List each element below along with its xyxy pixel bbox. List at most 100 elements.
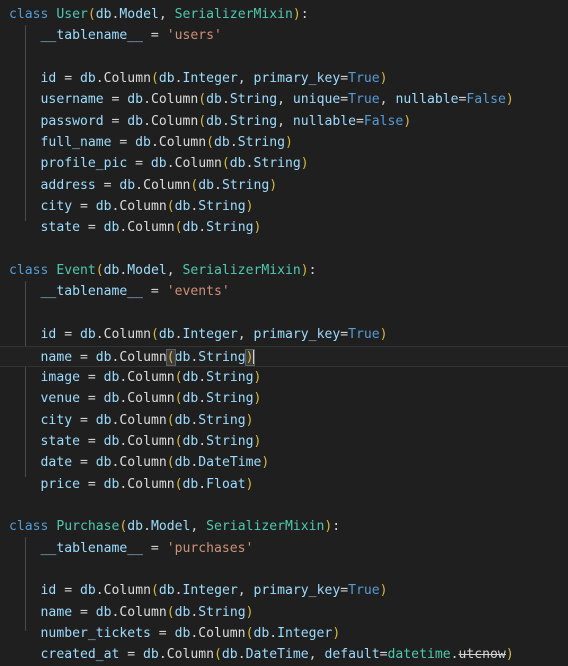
- column-call: Column: [158, 135, 207, 151]
- keyword-class: class: [9, 263, 49, 279]
- text-cursor: [253, 348, 254, 364]
- field-name: id: [40, 327, 57, 343]
- code-line-17-active[interactable]: name = db.Column(db.String): [0, 345, 568, 367]
- column-call: Column: [119, 604, 167, 620]
- field-name: created_at: [40, 647, 120, 663]
- code-line-23[interactable]: price = db.Column(db.Float): [0, 474, 568, 495]
- code-line-11[interactable]: state = db.Column(db.String): [0, 217, 568, 238]
- column-type: String: [198, 604, 246, 620]
- datetime-module: datetime: [387, 647, 451, 663]
- tablename-identifier: __tablename__: [40, 284, 144, 300]
- field-name: venue: [40, 391, 80, 407]
- column-type: String: [206, 220, 254, 236]
- code-line-29[interactable]: name = db.Column(db.String): [0, 602, 568, 623]
- code-line-31[interactable]: created_at = db.Column(db.DateTime, defa…: [0, 644, 568, 665]
- tablename-identifier: __tablename__: [40, 540, 144, 556]
- column-call: Column: [198, 625, 246, 641]
- column-call: Column: [150, 92, 199, 108]
- code-line-3-blank[interactable]: [0, 47, 568, 68]
- kwarg-name: unique: [292, 92, 341, 108]
- field-name: city: [40, 199, 73, 215]
- kwarg-name: primary_key: [253, 327, 341, 343]
- code-line-28[interactable]: id = db.Column(db.Integer, primary_key=T…: [0, 580, 568, 601]
- base-serializer-mixin: SerializerMixin: [182, 263, 301, 279]
- code-line-26[interactable]: __tablename__ = 'purchases': [0, 538, 568, 559]
- base-serializer-mixin: SerializerMixin: [174, 7, 293, 22]
- code-line-19[interactable]: venue = db.Column(db.String): [0, 388, 568, 409]
- tablename-value-purchases: 'purchases': [166, 540, 254, 556]
- class-name-purchase: Purchase: [56, 519, 120, 535]
- field-name: price: [40, 476, 80, 492]
- kwarg-name: nullable: [292, 113, 356, 129]
- column-call: Column: [150, 113, 199, 129]
- code-line-20[interactable]: city = db.Column(db.String): [0, 410, 568, 431]
- code-line-24-blank[interactable]: [0, 495, 568, 516]
- code-line-16[interactable]: id = db.Column(db.Integer, primary_key=T…: [0, 324, 568, 345]
- column-call: Column: [127, 369, 175, 385]
- field-name: address: [40, 177, 96, 193]
- code-line-22[interactable]: date = db.Column(db.DateTime): [0, 452, 568, 473]
- code-line-13[interactable]: class Event(db.Model, SerializerMixin):: [0, 260, 568, 281]
- field-name: number_tickets: [40, 625, 151, 641]
- field-name: name: [40, 349, 73, 365]
- code-line-2[interactable]: __tablename__ = 'users': [0, 25, 568, 46]
- field-name: profile_pic: [40, 156, 128, 172]
- column-call: Column: [103, 71, 151, 87]
- tablename-identifier: __tablename__: [40, 28, 144, 44]
- bracket-match-open: (: [165, 348, 176, 366]
- field-name: full_name: [40, 135, 112, 151]
- code-line-8[interactable]: profile_pic = db.Column(db.String): [0, 153, 568, 174]
- column-call: Column: [103, 583, 151, 599]
- kwarg-value: True: [348, 71, 380, 87]
- column-type: String: [198, 349, 246, 365]
- code-line-9[interactable]: address = db.Column(db.String): [0, 175, 568, 196]
- code-line-18[interactable]: image = db.Column(db.String): [0, 367, 568, 388]
- class-name-user: User: [56, 7, 88, 22]
- field-name: id: [40, 71, 57, 87]
- kwarg-value: True: [348, 327, 380, 343]
- field-name: name: [40, 604, 73, 620]
- code-line-25[interactable]: class Purchase(db.Model, SerializerMixin…: [0, 516, 568, 537]
- column-call: Column: [143, 177, 191, 193]
- code-editor[interactable]: class User(db.Model, SerializerMixin): _…: [0, 0, 568, 662]
- code-line-15-blank[interactable]: [0, 303, 568, 324]
- class-name-event: Event: [56, 263, 96, 279]
- column-call: Column: [174, 156, 222, 172]
- code-line-30[interactable]: number_tickets = db.Column(db.Integer): [0, 623, 568, 644]
- open-paren: (: [87, 7, 96, 22]
- field-name: username: [40, 92, 104, 108]
- code-line-27-blank[interactable]: [0, 559, 568, 580]
- base-module: db: [95, 7, 112, 22]
- column-type: Integer: [182, 327, 238, 343]
- field-name: city: [40, 412, 73, 428]
- column-type: String: [253, 156, 301, 172]
- field-name: state: [40, 433, 80, 449]
- code-line-1[interactable]: class User(db.Model, SerializerMixin):: [0, 4, 568, 25]
- base-model: Model: [119, 7, 159, 22]
- field-name: date: [40, 455, 73, 471]
- column-type: String: [206, 433, 254, 449]
- field-name: password: [40, 113, 104, 129]
- keyword-class: class: [9, 519, 49, 535]
- code-line-12-blank[interactable]: [0, 239, 568, 260]
- column-type: String: [229, 113, 278, 129]
- deprecated-utcnow: utcnow: [458, 647, 506, 663]
- code-line-5[interactable]: username = db.Column(db.String, unique=T…: [0, 89, 568, 110]
- code-line-14[interactable]: __tablename__ = 'events': [0, 281, 568, 302]
- column-call: Column: [119, 199, 167, 215]
- column-call: Column: [166, 647, 215, 663]
- code-line-4[interactable]: id = db.Column(db.Integer, primary_key=T…: [0, 68, 568, 89]
- code-line-6[interactable]: password = db.Column(db.String, nullable…: [0, 111, 568, 132]
- kwarg-value: False: [466, 92, 506, 108]
- tablename-value-events: 'events': [166, 284, 230, 300]
- code-line-21[interactable]: state = db.Column(db.String): [0, 431, 568, 452]
- column-call: Column: [119, 455, 167, 471]
- tablename-value-users: 'users': [166, 28, 222, 44]
- code-line-10[interactable]: city = db.Column(db.String): [0, 196, 568, 217]
- field-name: state: [40, 220, 80, 236]
- code-lines[interactable]: class User(db.Model, SerializerMixin): _…: [0, 4, 568, 666]
- code-line-7[interactable]: full_name = db.Column(db.String): [0, 132, 568, 153]
- column-call: Column: [127, 476, 175, 492]
- kwarg-value: False: [363, 113, 404, 129]
- column-call: Column: [119, 349, 167, 365]
